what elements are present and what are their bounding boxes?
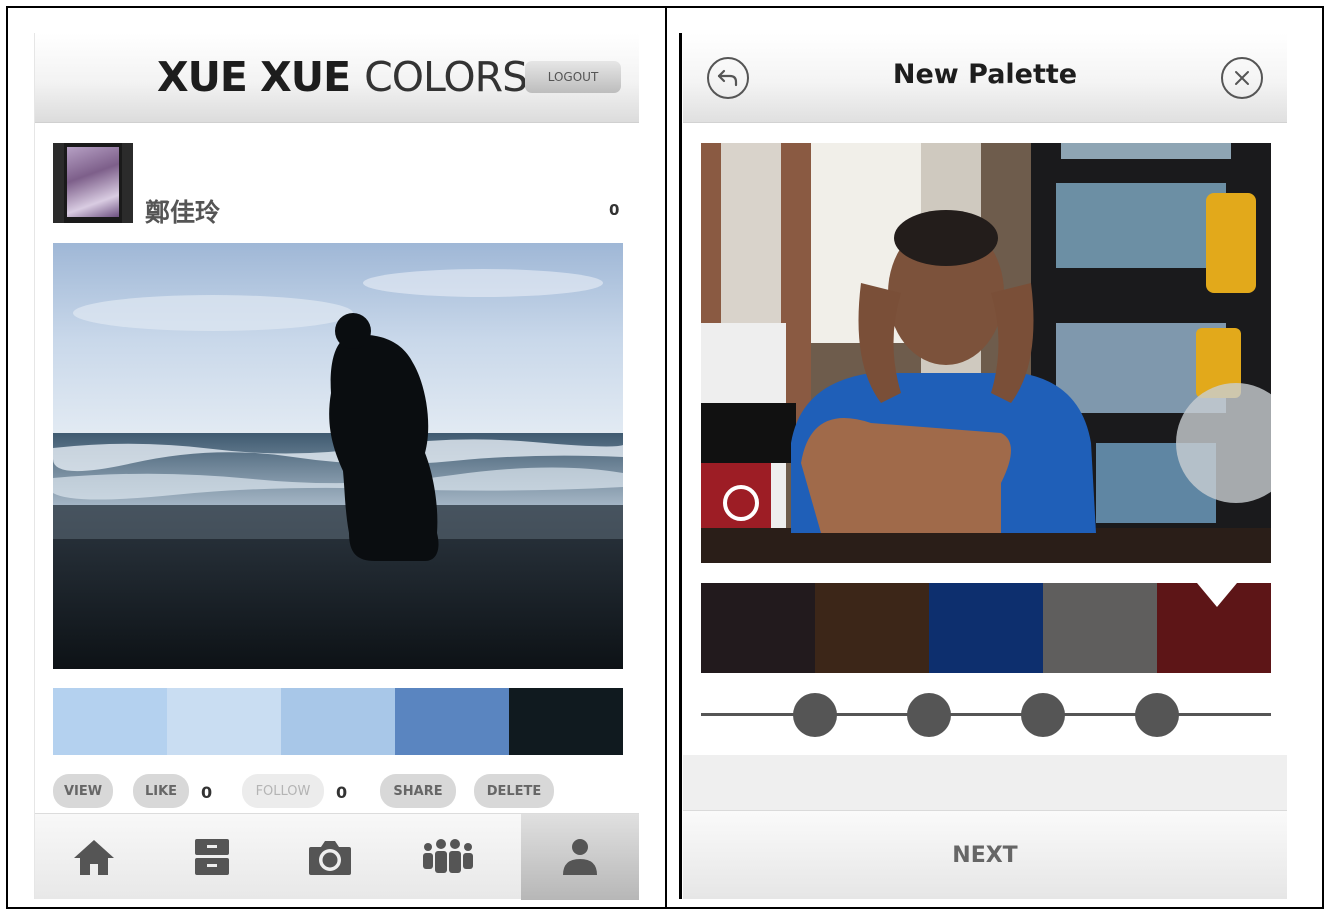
tab-home[interactable] (35, 814, 153, 900)
palette-swatch-2[interactable] (815, 583, 929, 673)
follow-button[interactable]: FOLLOW (242, 774, 324, 808)
next-button[interactable]: NEXT (683, 811, 1287, 900)
palette-swatch-4[interactable] (1043, 583, 1157, 673)
post-actions: VIEW LIKE 0 FOLLOW 0 SHARE DELETE (53, 774, 633, 808)
post-palette (53, 688, 623, 755)
palette-divider-slider (701, 693, 1271, 737)
source-photo[interactable] (701, 143, 1271, 563)
bottom-tab-bar (35, 813, 639, 900)
like-button[interactable]: LIKE (133, 774, 189, 808)
slider-handle-4[interactable] (1135, 693, 1179, 737)
post-photo[interactable] (53, 243, 623, 669)
group-icon (423, 839, 473, 873)
phone-edge (679, 33, 682, 899)
share-button[interactable]: SHARE (380, 774, 456, 808)
view-button[interactable]: VIEW (53, 774, 113, 808)
follow-count: 0 (336, 783, 348, 802)
panel-divider (665, 6, 667, 909)
selected-swatch-indicator (1197, 583, 1237, 607)
tab-community[interactable] (389, 814, 507, 900)
screen-title: New Palette (892, 59, 1078, 90)
close-button[interactable] (1221, 57, 1263, 99)
palette-swatch-4[interactable] (395, 688, 509, 755)
palette-swatch-3[interactable] (281, 688, 395, 755)
delete-button[interactable]: DELETE (474, 774, 554, 808)
app-header: XUE XUE COLORS LOGOUT (35, 33, 639, 123)
tab-profile[interactable] (521, 814, 639, 900)
close-icon (1235, 71, 1249, 85)
palette-swatch-1[interactable] (701, 583, 815, 673)
slider-track (701, 713, 1271, 716)
slider-handle-2[interactable] (907, 693, 951, 737)
avatar[interactable] (53, 143, 133, 223)
bottom-bar: NEXT (683, 810, 1287, 899)
spacer-band (683, 755, 1287, 810)
camera-icon (309, 841, 351, 875)
extracted-palette (701, 583, 1271, 673)
logo-bold-text: XUE XUE (157, 53, 351, 101)
app-header: New Palette (683, 33, 1287, 123)
logout-button[interactable]: LOGOUT (525, 61, 621, 93)
tab-camera[interactable] (271, 814, 389, 900)
home-icon (74, 840, 114, 875)
archive-icon (195, 839, 229, 875)
like-count: 0 (201, 783, 213, 802)
app-logo: XUE XUE COLORS (157, 53, 528, 103)
palette-swatch-1[interactable] (53, 688, 167, 755)
new-palette-screen: New Palette NEXT (683, 33, 1287, 899)
tab-archive[interactable] (153, 814, 271, 900)
slider-handle-3[interactable] (1021, 693, 1065, 737)
slider-handle-1[interactable] (793, 693, 837, 737)
palette-swatch-3[interactable] (929, 583, 1043, 673)
profile-screen: XUE XUE COLORS LOGOUT 鄭佳玲 0 VIEW LIKE 0 … (34, 33, 639, 900)
username: 鄭佳玲 (145, 198, 221, 227)
palette-swatch-2[interactable] (167, 688, 281, 755)
logo-light-text: COLORS (364, 53, 528, 101)
post-count: 0 (609, 201, 620, 219)
person-icon (563, 839, 597, 875)
palette-swatch-5[interactable] (509, 688, 623, 755)
